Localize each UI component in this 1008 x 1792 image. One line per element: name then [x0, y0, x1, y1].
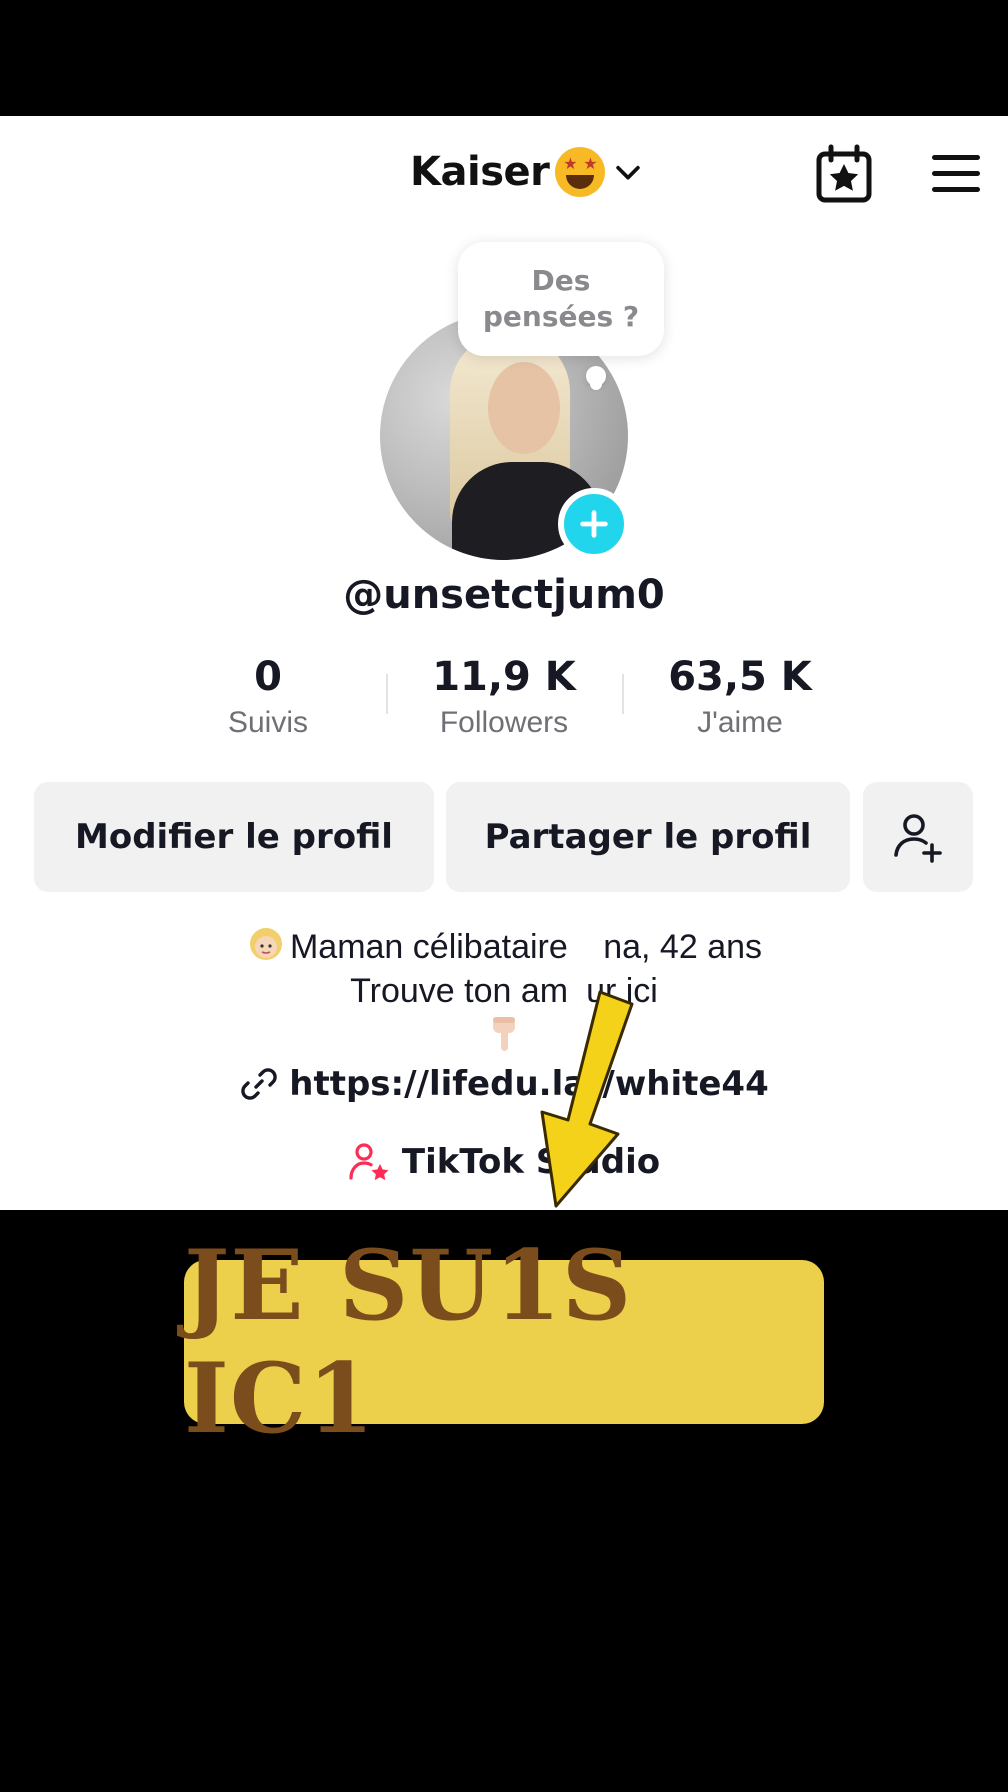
woman-blond-hair-emoji-icon [249, 928, 282, 960]
stat-label: Followers [439, 706, 569, 739]
profile-stats: 0 Suivis 11,9 K Followers 63,5 K J'aime [150, 652, 858, 752]
pointing-down-hand-emoji-icon [493, 1017, 515, 1051]
thoughts-bubble-text: Des pensées ? [482, 264, 640, 333]
yellow-arrow-overlay-icon [540, 990, 634, 1208]
overlay-caption: JE SU1S IC1 [184, 1229, 824, 1455]
profile-bio: Maman célibataire na, 42 ans Trouve ton … [0, 924, 1008, 1064]
username: @unsetctjum0 [343, 572, 665, 618]
stat-value: 0 [254, 654, 282, 700]
add-friend-button[interactable] [863, 782, 973, 892]
thoughts-bubble[interactable]: Des pensées ? [458, 242, 664, 356]
calendar-star-icon[interactable] [814, 144, 874, 204]
edit-profile-button[interactable]: Modifier le profil [34, 782, 434, 892]
add-story-button[interactable] [558, 488, 630, 560]
stat-value: 63,5 K [668, 654, 812, 700]
chevron-down-icon [616, 165, 641, 180]
link-icon [241, 1068, 277, 1100]
stat-value: 11,9 K [432, 654, 576, 700]
overlay-caption-text: JE SU1S IC1 [184, 1229, 633, 1455]
account-switcher[interactable]: Kaiser ★ ★ [410, 144, 645, 200]
top-bar: Kaiser ★ ★ [0, 116, 1008, 226]
bio-line-1-end: na, 42 ans [603, 928, 763, 966]
stat-label: J'aime [697, 706, 783, 739]
tiktok-studio-link[interactable]: TikTok Studio [0, 1140, 1008, 1184]
star-struck-emoji-icon: ★ ★ [555, 147, 606, 197]
stat-following[interactable]: 0 Suivis [150, 652, 386, 740]
bubble-tail-inner [590, 378, 602, 390]
stat-divider [386, 674, 388, 714]
share-profile-button[interactable]: Partager le profil [446, 782, 850, 892]
plus-icon [580, 510, 608, 538]
account-name: Kaiser [410, 149, 550, 195]
bio-line-1: Maman célibataire na, 42 ans [0, 924, 1008, 969]
bio-link[interactable]: https://lifedu.lat/white44 [0, 1064, 1008, 1104]
bio-line-2: Trouve ton am ur ici [0, 969, 1008, 1013]
stat-divider [622, 674, 624, 714]
hamburger-menu-icon[interactable] [930, 152, 982, 196]
creator-star-icon [349, 1143, 389, 1181]
add-friend-icon [894, 814, 942, 863]
stat-label: Suivis [227, 706, 309, 739]
bio-line-3 [0, 1013, 1008, 1064]
stat-followers[interactable]: 11,9 K Followers [386, 652, 622, 740]
bio-line-1-start: Maman célibataire [289, 928, 568, 966]
profile-screen: Kaiser ★ ★ Des pensées ? @unsetctjum0 0 … [0, 116, 1008, 1210]
stat-likes[interactable]: 63,5 K J'aime [622, 652, 858, 740]
